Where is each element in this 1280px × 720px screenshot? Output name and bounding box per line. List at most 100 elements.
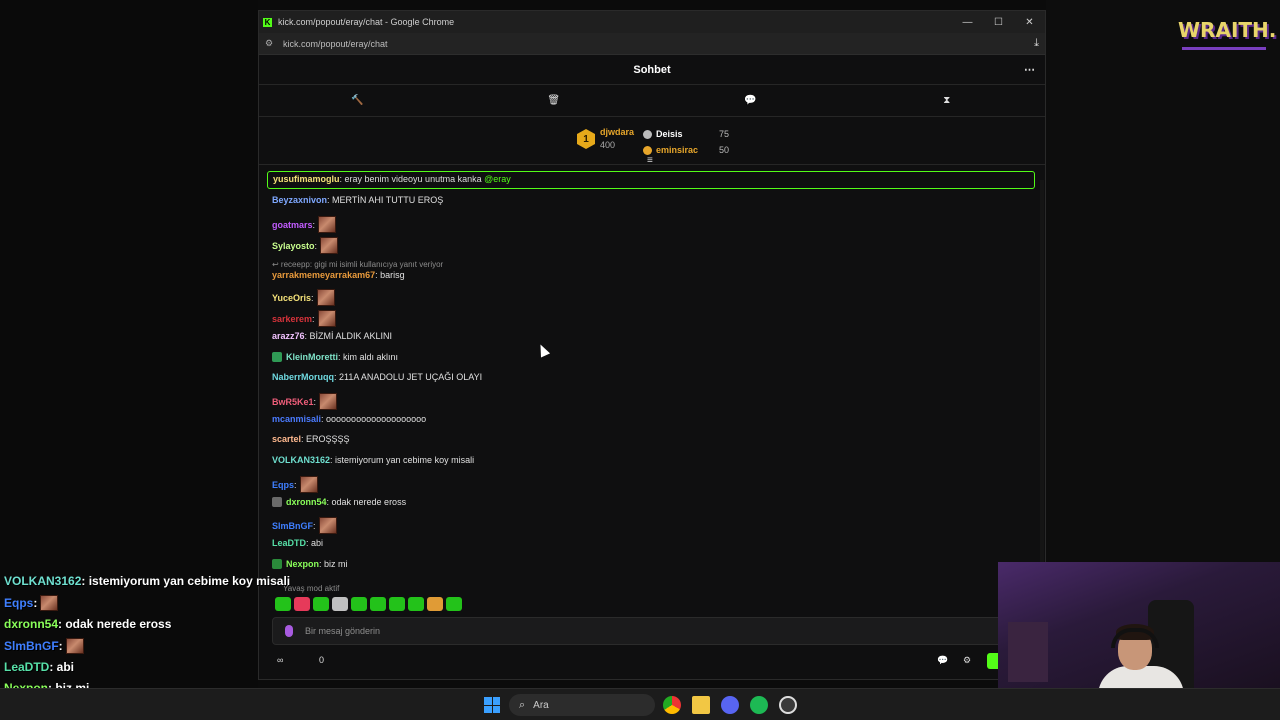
chat-username[interactable]: LeaDTD <box>272 538 306 548</box>
window-title: kick.com/popout/eray/chat - Google Chrom… <box>278 17 455 27</box>
emote-button[interactable] <box>275 597 291 611</box>
chat-message: dxronn54: odak nerede eross <box>272 497 406 507</box>
chat-text: : abi <box>306 538 324 548</box>
chat-username[interactable]: SlmBnGF <box>272 521 313 531</box>
pinned-mention[interactable]: @eray <box>484 174 511 184</box>
overlay-text: : <box>58 639 63 653</box>
chat-text: : <box>311 292 314 303</box>
chat-header: Sohbet ⋯ <box>259 55 1045 85</box>
address-bar[interactable]: ⚙ kick.com/popout/eray/chat ⤓ <box>259 33 1045 55</box>
download-icon[interactable]: ⤓ <box>1034 37 1039 50</box>
leaderboard-points: 75 <box>718 129 729 139</box>
chat-username[interactable]: VOLKAN3162 <box>272 455 330 465</box>
mic-icon[interactable] <box>285 625 293 637</box>
emote-button[interactable] <box>351 597 367 611</box>
collapse-pinned-icon[interactable]: ≡ <box>647 155 653 166</box>
chat-scrollbar[interactable] <box>1040 180 1044 580</box>
more-options-icon[interactable]: ⋯ <box>1024 63 1035 76</box>
chat-username[interactable]: YuceOris <box>272 293 311 303</box>
webcam-shelf <box>1008 622 1048 682</box>
overlay-chat-message: SlmBnGF : <box>4 638 84 654</box>
emote-button[interactable] <box>427 597 443 611</box>
leaderboard-first-points: 400 <box>600 140 616 150</box>
chat-username[interactable]: yarrakmemeyarrakam67 <box>272 270 375 280</box>
chat-username[interactable]: BwR5Ke1 <box>272 397 314 407</box>
chat-title: Sohbet <box>633 63 671 76</box>
app-icon[interactable] <box>779 696 797 714</box>
chat-username[interactable]: goatmars <box>272 220 313 230</box>
chat-message: Beyzaxnivon: MERTİN AHI TUTTU EROŞ <box>272 195 443 205</box>
chat-text: : kim aldı aklını <box>338 352 399 362</box>
window-controls: — ☐ ✕ <box>952 17 1045 28</box>
leaderboard-entry[interactable]: Deisis 75 <box>643 126 729 142</box>
chat-settings-bubble-icon[interactable]: 💬 <box>937 655 948 666</box>
chat-username[interactable]: sarkerem <box>272 314 312 324</box>
pinned-message[interactable]: yusufimamoglu: eray benim videoyu unutma… <box>267 171 1035 189</box>
chat-username[interactable]: NaberrMoruqq <box>272 372 334 382</box>
pinned-text: : eray benim videoyu unutma kanka <box>339 174 485 184</box>
site-settings-icon[interactable]: ⚙ <box>265 38 277 49</box>
url-text[interactable]: kick.com/popout/eray/chat <box>283 39 388 49</box>
chat-bubble-icon[interactable]: 💬 <box>652 85 849 116</box>
leaderboard-first[interactable]: djwdara 400 <box>600 127 634 150</box>
taskbar-search[interactable]: ⌕ Ara <box>509 694 655 716</box>
emote-image <box>318 216 337 233</box>
overlay-text: : odak nerede eross <box>58 617 172 631</box>
reply-text: ↩ receepp: gigi mi isimli kullanıcıya ya… <box>272 260 444 269</box>
overlay-username: Eqps <box>4 596 34 610</box>
chat-message: KleinMoretti: kim aldı aklını <box>272 352 398 362</box>
message-input[interactable]: Bir mesaj gönderin <box>272 617 1012 645</box>
chat-username[interactable]: Nexpon <box>286 559 319 569</box>
leaderboard-entry[interactable]: eminsirac 50 <box>643 142 729 158</box>
chat-username[interactable]: Eqps <box>272 480 294 490</box>
leaderboard-first-name: djwdara <box>600 127 635 137</box>
emote-button[interactable] <box>389 597 405 611</box>
file-explorer-icon[interactable] <box>692 696 710 714</box>
rank-medal-icon: 1 <box>577 129 595 149</box>
minimize-button[interactable]: — <box>952 17 983 28</box>
windows-start-icon[interactable] <box>484 697 500 713</box>
emote-button[interactable] <box>313 597 329 611</box>
chat-message: YuceOris: <box>272 289 335 306</box>
emote-button[interactable] <box>294 597 310 611</box>
chat-username[interactable]: scartel <box>272 434 301 444</box>
maximize-button[interactable]: ☐ <box>983 17 1014 28</box>
chat-username[interactable]: KleinMoretti <box>286 352 338 362</box>
chat-text: : <box>294 479 297 490</box>
badge-icon <box>643 145 652 155</box>
screen: WRAITH. K kick.com/popout/eray/chat - Go… <box>0 0 1280 720</box>
emote-button[interactable] <box>446 597 462 611</box>
chat-username[interactable]: dxronn54 <box>286 497 327 507</box>
emote-image <box>40 595 59 611</box>
discord-icon[interactable] <box>721 696 739 714</box>
chat-username[interactable]: Beyzaxnivon <box>272 195 327 205</box>
message-input-placeholder: Bir mesaj gönderin <box>305 626 381 636</box>
emote-button[interactable] <box>408 597 424 611</box>
chat-message: scartel: EROŞŞŞŞ <box>272 434 350 444</box>
chat-text: : <box>313 520 316 531</box>
store-count[interactable]: 0 <box>319 655 324 665</box>
close-button[interactable]: ✕ <box>1014 17 1045 28</box>
pinned-user[interactable]: yusufimamoglu <box>273 174 340 184</box>
user-badge-icon <box>272 559 282 569</box>
hourglass-icon[interactable]: ⧗ <box>849 85 1046 116</box>
chrome-icon[interactable] <box>663 696 681 714</box>
chrome-window: K kick.com/popout/eray/chat - Google Chr… <box>258 10 1046 680</box>
chat-text: : MERTİN AHI TUTTU EROŞ <box>327 195 444 205</box>
emote-image <box>318 517 337 534</box>
overlay-chat-message: VOLKAN3162 : istemiyorum yan cebime koy … <box>4 574 290 588</box>
emote-button[interactable] <box>332 597 348 611</box>
hammer-icon[interactable]: 🔨 <box>259 85 456 116</box>
chat-username[interactable]: mcanmisali <box>272 414 321 424</box>
trash-icon[interactable]: 🗑 <box>456 85 653 116</box>
chat-text: : odak nerede eross <box>326 497 407 507</box>
moderation-toolbar: 🔨 🗑 💬 ⧗ <box>259 85 1045 117</box>
infinity-points-icon[interactable]: ∞ <box>277 655 283 665</box>
spotify-icon[interactable] <box>750 696 768 714</box>
gear-icon[interactable]: ⚙ <box>963 655 971 666</box>
chat-username[interactable]: arazz76 <box>272 331 305 341</box>
emote-image <box>319 393 338 410</box>
chat-username[interactable]: Sylayosto <box>272 241 315 251</box>
window-titlebar: K kick.com/popout/eray/chat - Google Chr… <box>259 11 1045 33</box>
emote-button[interactable] <box>370 597 386 611</box>
